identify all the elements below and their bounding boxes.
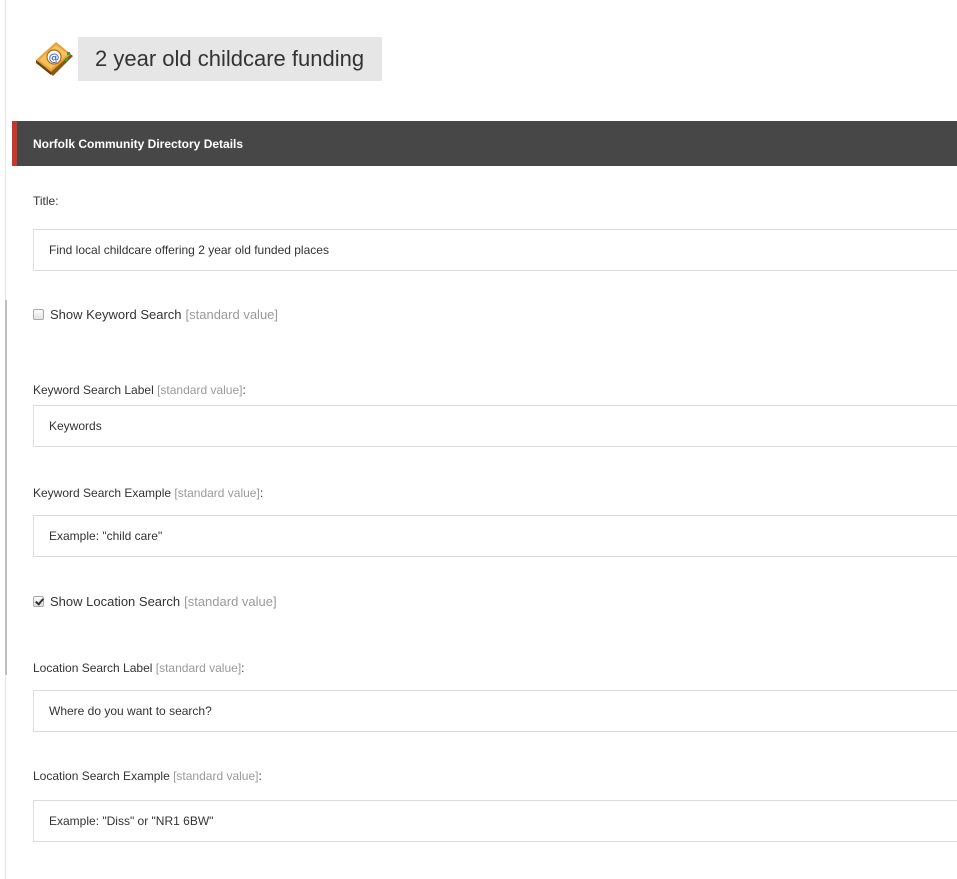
keyword-search-label-label: Keyword Search Label [standard value]: <box>33 383 246 397</box>
section-title: Norfolk Community Directory Details <box>33 136 244 151</box>
item-header: @ 2 year old childcare funding <box>33 37 383 81</box>
show-location-search-row: Show Location Search [standard value] <box>33 594 277 609</box>
standard-value-tag: [standard value] <box>185 307 279 322</box>
standard-value-tag: [standard value] <box>173 769 259 783</box>
svg-text:@: @ <box>49 51 60 64</box>
standard-value-tag: [standard value] <box>157 383 243 397</box>
location-search-example-input[interactable]: Example: "Diss" or "NR1 6BW" <box>33 800 957 842</box>
show-keyword-search-checkbox[interactable] <box>33 309 44 320</box>
keyword-search-example-input[interactable]: Example: "child care" <box>33 515 957 557</box>
show-keyword-search-label: Show Keyword Search [standard value] <box>50 307 279 322</box>
section-header[interactable]: Norfolk Community Directory Details <box>12 121 957 166</box>
standard-value-tag: [standard value] <box>184 594 277 609</box>
left-border-highlight <box>5 300 7 675</box>
location-search-label-input[interactable]: Where do you want to search? <box>33 690 957 732</box>
address-book-icon: @ <box>36 42 73 76</box>
section-accent <box>12 121 17 166</box>
standard-value-tag: [standard value] <box>174 486 260 500</box>
keyword-search-label-input[interactable]: Keywords <box>33 405 957 447</box>
show-location-search-checkbox[interactable] <box>33 596 44 607</box>
location-search-label-label: Location Search Label [standard value]: <box>33 661 245 675</box>
item-title: 2 year old childcare funding <box>78 37 383 81</box>
show-location-search-label: Show Location Search [standard value] <box>50 594 277 609</box>
title-label: Title: <box>33 194 59 208</box>
keyword-search-example-label: Keyword Search Example [standard value]: <box>33 486 264 500</box>
show-keyword-search-row: Show Keyword Search [standard value] <box>33 307 278 322</box>
location-search-example-label: Location Search Example [standard value]… <box>33 769 262 783</box>
title-input[interactable]: Find local childcare offering 2 year old… <box>33 229 957 271</box>
standard-value-tag: [standard value] <box>155 661 242 675</box>
